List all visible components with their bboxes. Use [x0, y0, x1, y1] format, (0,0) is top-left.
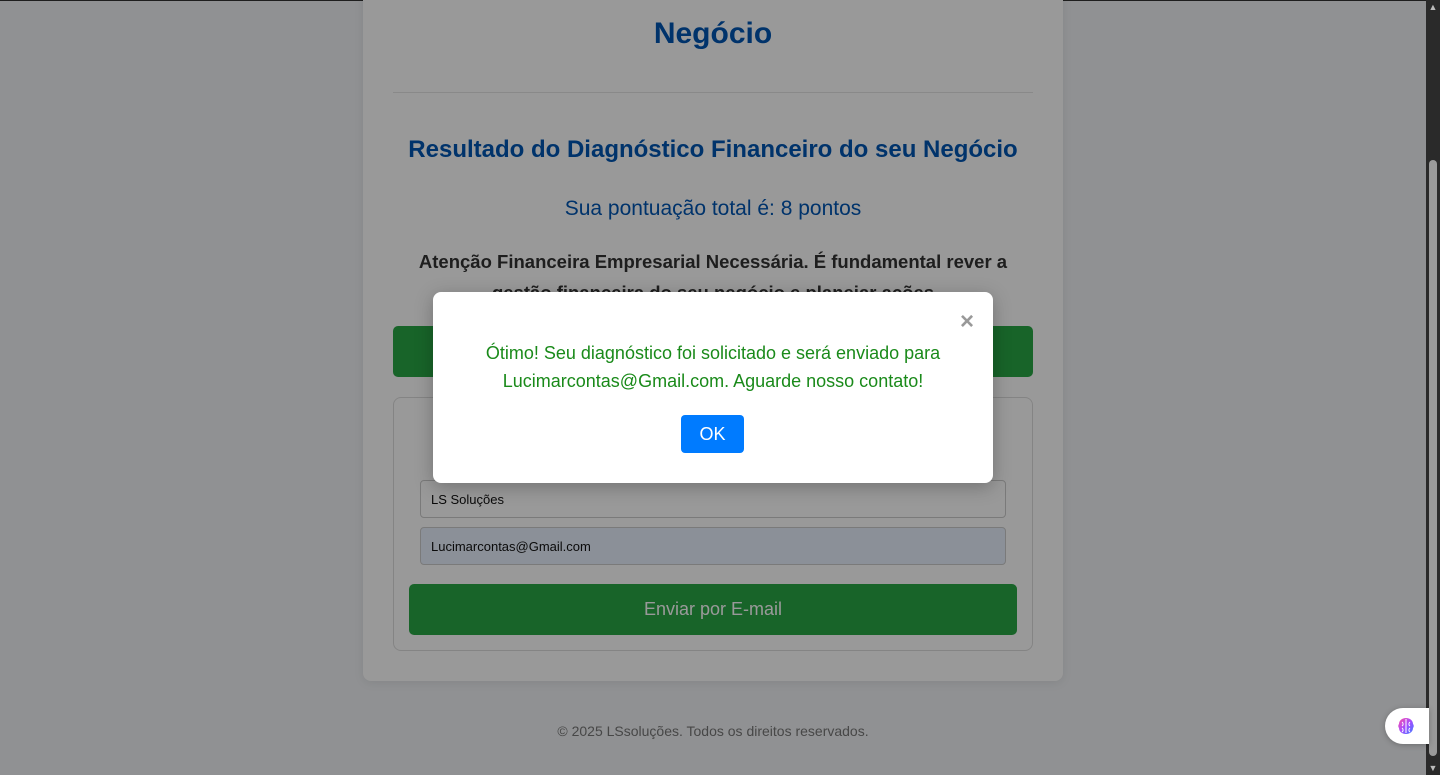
scroll-up-icon[interactable]: ▲	[1426, 0, 1440, 14]
close-icon[interactable]: ×	[957, 310, 977, 334]
extension-button[interactable]	[1385, 708, 1429, 744]
modal-message: Ótimo! Seu diagnóstico foi solicitado e …	[485, 343, 941, 391]
confirmation-modal: × Ótimo! Seu diagnóstico foi solicitado …	[433, 292, 993, 483]
scrollbar[interactable]: ▲ ▼	[1426, 0, 1440, 775]
scroll-down-icon[interactable]: ▼	[1426, 761, 1440, 775]
brain-icon	[1398, 718, 1414, 734]
ok-button[interactable]: OK	[681, 415, 744, 453]
scroll-thumb[interactable]	[1429, 160, 1437, 756]
